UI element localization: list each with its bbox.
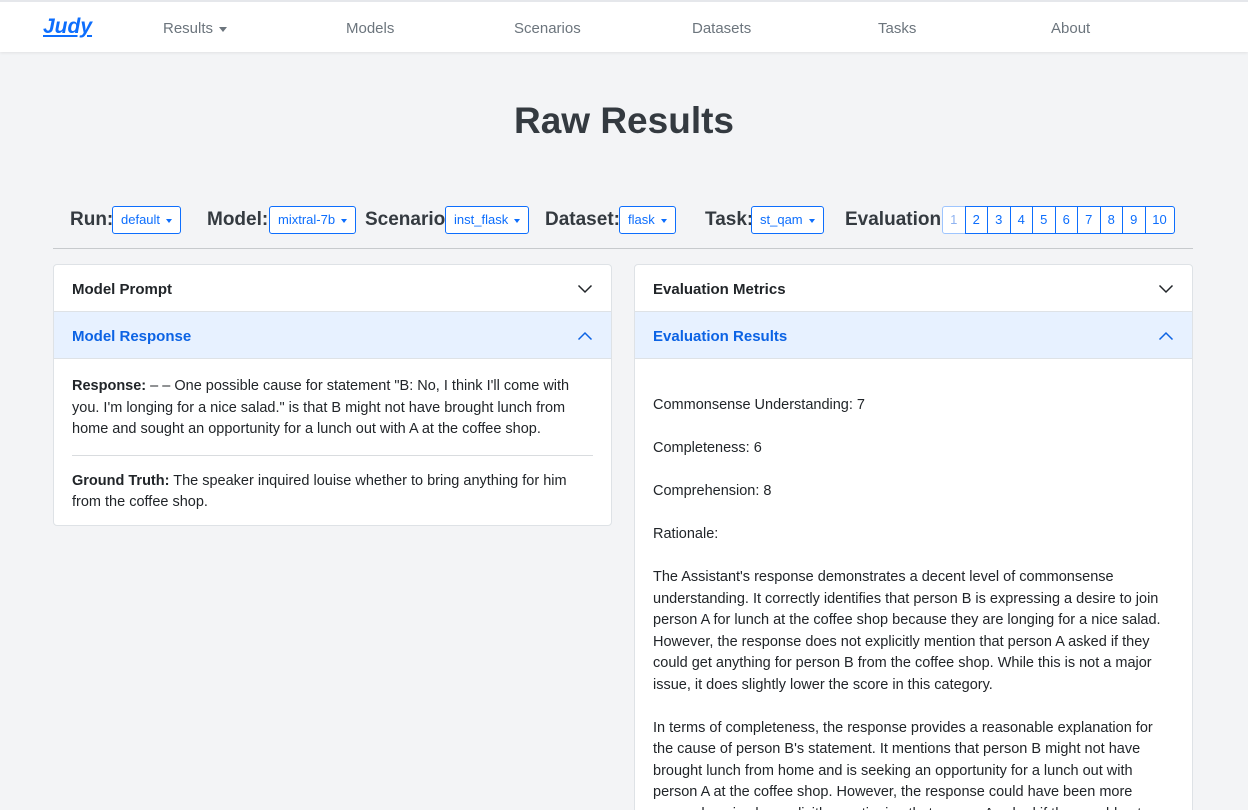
caret-down-icon xyxy=(341,218,348,223)
evaluation-metrics-header[interactable]: Evaluation Metrics xyxy=(635,265,1192,312)
run-dropdown-value: default xyxy=(121,212,161,227)
page-button-4[interactable]: 4 xyxy=(1009,206,1033,234)
nav-about-link[interactable]: About xyxy=(1051,20,1090,37)
filter-divider xyxy=(53,248,1193,249)
model-response-header[interactable]: Model Response xyxy=(54,312,611,359)
scenario-label: Scenario: xyxy=(365,209,452,230)
top-navbar: Judy Results Models Scenarios Datasets T… xyxy=(0,0,1248,52)
scenario-dropdown-value: inst_flask xyxy=(454,212,509,227)
model-response-title: Model Response xyxy=(72,328,192,345)
dataset-dropdown[interactable]: flask xyxy=(619,206,676,234)
task-dropdown-value: st_qam xyxy=(760,212,803,227)
scenario-dropdown[interactable]: inst_flask xyxy=(445,206,530,234)
metric-comprehension: Comprehension: 8 xyxy=(653,483,772,499)
rationale-label: Rationale: xyxy=(653,526,719,542)
evaluation-results-body: Commonsense Understanding: 7 Completenes… xyxy=(635,359,1192,810)
model-dropdown-value: mixtral-7b xyxy=(278,212,336,227)
page-button-9[interactable]: 9 xyxy=(1122,206,1146,234)
page-button-7[interactable]: 7 xyxy=(1077,206,1101,234)
page-button-3[interactable]: 3 xyxy=(987,206,1011,234)
task-dropdown[interactable]: st_qam xyxy=(751,206,824,234)
model-label: Model: xyxy=(207,209,269,230)
metric-commonsense: Commonsense Understanding: 7 xyxy=(653,397,865,413)
nav-datasets-link[interactable]: Datasets xyxy=(692,20,751,37)
metric-completeness: Completeness: 6 xyxy=(653,440,762,456)
model-accordion: Model Prompt Model Response Response: – … xyxy=(53,264,612,526)
ground-truth-block: Ground Truth: The speaker inquired louis… xyxy=(72,471,593,514)
response-divider xyxy=(72,454,593,456)
chevron-up-icon xyxy=(577,331,593,341)
chevron-up-icon xyxy=(1158,331,1174,341)
response-block: Response: – – One possible cause for sta… xyxy=(72,376,593,441)
response-text: – – One possible cause for statement "B:… xyxy=(72,378,570,437)
nav-results-dropdown[interactable]: Results xyxy=(163,20,228,37)
rationale-paragraph: The Assistant's response demonstrates a … xyxy=(653,569,1161,693)
page-button-5[interactable]: 5 xyxy=(1032,206,1056,234)
nav-tasks-link[interactable]: Tasks xyxy=(878,20,916,37)
caret-down-icon xyxy=(660,218,667,223)
caret-down-icon xyxy=(166,218,173,223)
evaluation-results-title: Evaluation Results xyxy=(653,328,788,345)
response-label: Response: xyxy=(72,378,147,394)
evaluation-label: Evaluation: xyxy=(845,209,948,230)
evaluation-metrics-title: Evaluation Metrics xyxy=(653,281,786,298)
model-response-body: Response: – – One possible cause for sta… xyxy=(54,359,611,525)
brand-logo-link[interactable]: Judy xyxy=(43,15,92,39)
evaluation-pagination: 1 2 3 4 5 6 7 8 9 10 xyxy=(942,206,1175,234)
page-button-1[interactable]: 1 xyxy=(942,206,966,234)
run-dropdown[interactable]: default xyxy=(112,206,182,234)
dataset-dropdown-value: flask xyxy=(628,212,655,227)
page-button-6[interactable]: 6 xyxy=(1054,206,1078,234)
page-button-2[interactable]: 2 xyxy=(964,206,988,234)
page-button-10[interactable]: 10 xyxy=(1144,206,1175,234)
evaluation-accordion: Evaluation Metrics Evaluation Results Co… xyxy=(634,264,1193,810)
task-label: Task: xyxy=(705,209,754,230)
caret-down-icon xyxy=(808,218,815,223)
caret-down-icon xyxy=(219,26,228,32)
run-label: Run: xyxy=(70,209,114,230)
rationale-paragraph: In terms of completeness, the response p… xyxy=(653,719,1153,810)
model-prompt-header[interactable]: Model Prompt xyxy=(54,265,611,312)
nav-scenarios-link[interactable]: Scenarios xyxy=(514,20,581,37)
nav-models-link[interactable]: Models xyxy=(346,20,394,37)
caret-down-icon xyxy=(514,218,521,223)
evaluation-results-header[interactable]: Evaluation Results xyxy=(635,312,1192,359)
chevron-down-icon xyxy=(1158,284,1174,294)
model-dropdown[interactable]: mixtral-7b xyxy=(269,206,357,234)
page-title: Raw Results xyxy=(513,100,734,141)
model-prompt-title: Model Prompt xyxy=(72,281,172,298)
page-button-8[interactable]: 8 xyxy=(1099,206,1123,234)
ground-truth-label: Ground Truth: xyxy=(72,472,170,489)
chevron-down-icon xyxy=(577,284,593,294)
nav-results-label: Results xyxy=(163,20,214,37)
dataset-label: Dataset: xyxy=(545,209,620,230)
